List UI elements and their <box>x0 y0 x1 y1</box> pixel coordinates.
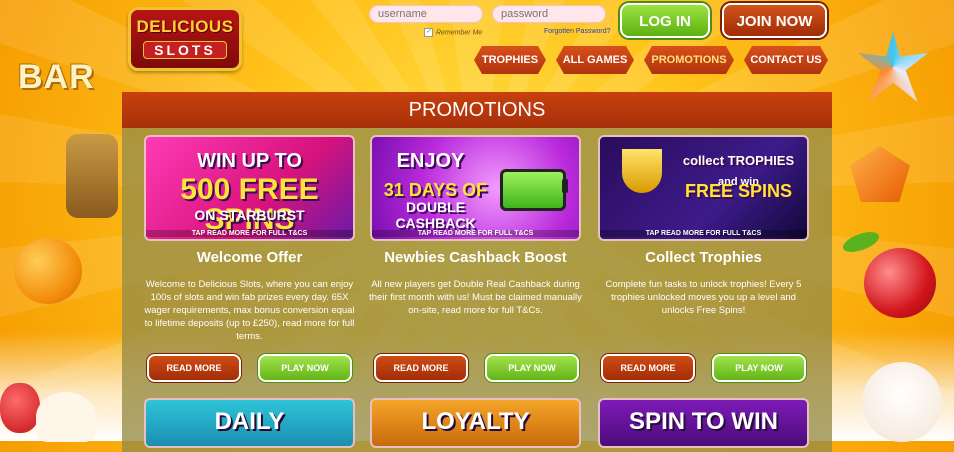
play-now-button[interactable]: PLAY NOW <box>258 354 352 382</box>
collect-trophies-banner[interactable]: collect TROPHIES and win FREE SPINS TAP … <box>598 135 809 241</box>
promo-description: Complete fun tasks to unlock trophies! E… <box>605 279 802 316</box>
cream-icon <box>36 392 96 442</box>
promo-title: Collect Trophies <box>645 249 762 266</box>
banner-tap-note: TAP READ MORE FOR FULL T&CS <box>600 230 807 237</box>
site-logo[interactable]: DELICIOUS SLOTS <box>128 7 242 71</box>
nav-all-games[interactable]: ALL GAMES <box>556 46 634 74</box>
cupcake-icon <box>862 362 942 442</box>
join-now-button[interactable]: JOIN NOW <box>722 3 827 38</box>
remember-me-label: Remember Me <box>436 29 483 37</box>
banner-line: ON STARBURST <box>194 207 305 223</box>
banner-line: SPIN TO WIN <box>629 408 778 435</box>
logo-line2: SLOTS <box>143 41 227 59</box>
banner-tap-note: TAP READ MORE FOR FULL T&CS <box>146 230 353 237</box>
read-more-button[interactable]: READ MORE <box>147 354 241 382</box>
bar-symbol-decoration: BAR <box>18 58 95 96</box>
tiki-mask-icon <box>66 134 118 218</box>
login-button[interactable]: LOG IN <box>620 3 710 38</box>
banner-line: DAILY <box>214 408 285 435</box>
read-more-button[interactable]: READ MORE <box>601 354 695 382</box>
password-input[interactable] <box>492 5 606 23</box>
nav-trophies[interactable]: TROPHIES <box>474 46 546 74</box>
banner-line: LOYALTY <box>421 408 530 435</box>
battery-tip-icon <box>562 179 568 193</box>
logo-line1: DELICIOUS <box>136 17 234 36</box>
nav-contact-us[interactable]: CONTACT US <box>744 46 828 74</box>
welcome-offer-banner[interactable]: WIN UP TO 500 FREE SPINS ON STARBURST TA… <box>144 135 355 241</box>
username-input[interactable] <box>369 5 483 23</box>
banner-line: ENJOY <box>396 150 465 172</box>
promo-description: Welcome to Delicious Slots, where you ca… <box>144 279 355 342</box>
promo-title: Welcome Offer <box>196 249 303 266</box>
banner-line: FREE SPINS <box>684 181 793 201</box>
forgot-password-link[interactable]: Forgotten Password? <box>544 28 611 35</box>
nav-promotions[interactable]: PROMOTIONS <box>644 46 734 74</box>
read-more-button[interactable]: READ MORE <box>374 354 468 382</box>
page-title: PROMOTIONS <box>122 92 832 128</box>
orange-icon <box>14 238 82 304</box>
play-now-button[interactable]: PLAY NOW <box>485 354 579 382</box>
checkbox-checked-icon[interactable]: ✓ <box>424 28 433 37</box>
banner-tap-note: TAP READ MORE FOR FULL T&CS <box>372 230 579 237</box>
remember-me[interactable]: ✓ Remember Me <box>424 28 482 37</box>
play-now-button[interactable]: PLAY NOW <box>712 354 806 382</box>
trophy-icon <box>622 149 662 193</box>
promo-title: Newbies Cashback Boost <box>384 249 567 266</box>
banner-line: DOUBLE CASHBACK <box>395 199 476 231</box>
cherry-icon <box>864 248 936 318</box>
banner-line: WIN UP TO <box>197 150 302 172</box>
banner-line: 500 FREE SPINS <box>180 173 319 236</box>
battery-icon <box>500 169 566 211</box>
promo-description: All new players get Double Real Cashback… <box>369 279 582 316</box>
strawberry-icon <box>0 383 40 433</box>
cashback-boost-banner[interactable]: ENJOY 31 DAYS OF DOUBLE CASHBACK TAP REA… <box>370 135 581 241</box>
